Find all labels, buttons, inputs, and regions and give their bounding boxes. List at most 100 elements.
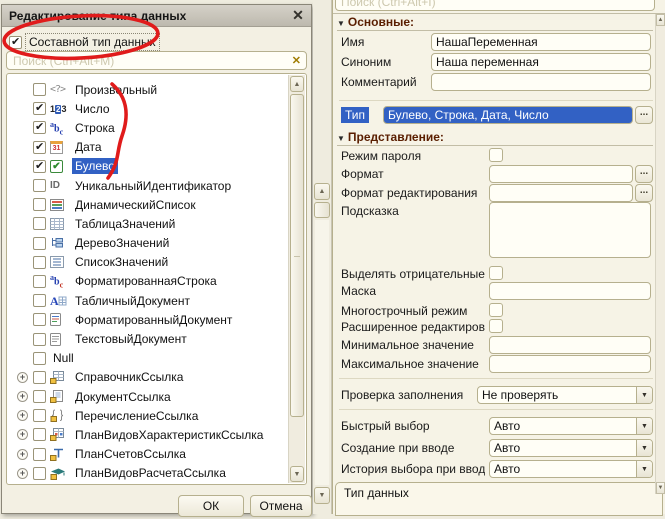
- edit-format-field[interactable]: [489, 184, 633, 202]
- tree-item-checkbox[interactable]: [33, 352, 46, 365]
- spreadsheet-doc-icon: A: [50, 293, 69, 308]
- tree-item[interactable]: +ДокументСсылка: [7, 387, 306, 406]
- name-field[interactable]: [431, 33, 651, 51]
- expand-plus-icon[interactable]: +: [17, 391, 28, 402]
- tree-item-checkbox[interactable]: [33, 428, 46, 441]
- tree-item[interactable]: +ПланВидовРасчетаСсылка: [7, 464, 306, 483]
- tree-item-checkbox[interactable]: [33, 121, 46, 134]
- type-ellipsis-button[interactable]: ...: [635, 106, 653, 124]
- name-label: Имя: [341, 35, 364, 49]
- tree-item[interactable]: Null: [7, 349, 306, 368]
- expand-plus-icon[interactable]: +: [17, 429, 28, 440]
- tree-item[interactable]: <?>Произвольный: [7, 80, 306, 99]
- tree-item-checkbox[interactable]: [33, 237, 46, 250]
- tree-item[interactable]: ФорматированныйДокумент: [7, 310, 306, 329]
- panel-scrollbar[interactable]: [655, 14, 665, 494]
- tree-item-checkbox[interactable]: [33, 467, 46, 480]
- scroll-up-icon[interactable]: [290, 76, 304, 92]
- scroll-up-icon[interactable]: [314, 183, 330, 200]
- scroll-down-icon[interactable]: [290, 466, 304, 482]
- extended-edit-checkbox[interactable]: [489, 319, 503, 333]
- clear-search-icon[interactable]: ✕: [291, 54, 302, 67]
- composite-type-checkbox[interactable]: [9, 36, 22, 49]
- expand-plus-icon[interactable]: +: [17, 410, 28, 421]
- format-field[interactable]: [489, 165, 633, 183]
- tree-item-checkbox[interactable]: [33, 256, 46, 269]
- tree-item[interactable]: ТаблицаЗначений: [7, 214, 306, 233]
- tree-item[interactable]: +ПланВидовХарактеристикСсылка: [7, 425, 306, 444]
- tree-item[interactable]: +СправочникСсылка: [7, 368, 306, 387]
- tree-item-checkbox[interactable]: [33, 198, 46, 211]
- scroll-down-icon[interactable]: [314, 487, 330, 504]
- tree-item-checkbox[interactable]: [33, 313, 46, 326]
- tree-item[interactable]: abcФорматированнаяСтрока: [7, 272, 306, 291]
- highlight-negative-checkbox[interactable]: [489, 266, 503, 280]
- clear-search-icon[interactable]: ✕: [645, 0, 654, 3]
- tree-item-checkbox[interactable]: [33, 102, 46, 115]
- tree-item-checkbox[interactable]: [33, 409, 46, 422]
- tree-scrollbar-thumb[interactable]: [290, 94, 304, 417]
- tree-item-checkbox[interactable]: [33, 294, 46, 307]
- choice-history-combo[interactable]: Авто: [489, 460, 653, 478]
- dropdown-arrow-icon[interactable]: [636, 387, 652, 403]
- quick-choice-combo[interactable]: Авто: [489, 417, 653, 435]
- composite-type-row[interactable]: Составной тип данных: [9, 34, 159, 50]
- tree-item-checkbox[interactable]: [33, 333, 46, 346]
- tree-item-checkbox[interactable]: [33, 141, 46, 154]
- tree-item[interactable]: AТабличныйДокумент: [7, 291, 306, 310]
- tree-item-checkbox[interactable]: [33, 448, 46, 461]
- tree-item[interactable]: +ПеречислениеСсылка: [7, 406, 306, 425]
- type-field[interactable]: Булево, Строка, Дата, Число: [383, 106, 633, 124]
- min-value-field[interactable]: [489, 336, 651, 354]
- format-ellipsis-button[interactable]: ...: [635, 165, 653, 183]
- tree-item-checkbox[interactable]: [33, 371, 46, 384]
- tree-item-checkbox[interactable]: [33, 275, 46, 288]
- tree-item-checkbox[interactable]: [33, 83, 46, 96]
- tree-item[interactable]: ДеревоЗначений: [7, 234, 306, 253]
- fill-check-combo[interactable]: Не проверять: [477, 386, 653, 404]
- section-basic[interactable]: ▼Основные:: [337, 15, 653, 31]
- password-mode-checkbox[interactable]: [489, 148, 503, 162]
- multiline-checkbox[interactable]: [489, 303, 503, 317]
- max-value-field[interactable]: [489, 355, 651, 373]
- expand-plus-icon[interactable]: +: [17, 468, 28, 479]
- chart-accounts-ref-icon: [50, 447, 69, 462]
- scroll-up-icon[interactable]: [656, 14, 665, 26]
- tree-item[interactable]: ТекстовыйДокумент: [7, 329, 306, 348]
- tree-item[interactable]: СписокЗначений: [7, 253, 306, 272]
- tree-item[interactable]: ✔Булево: [7, 157, 306, 176]
- tree-item[interactable]: ДинамическийСписок: [7, 195, 306, 214]
- tree-item-label: ДеревоЗначений: [72, 235, 172, 251]
- collapse-triangle-icon[interactable]: ▼: [337, 134, 345, 143]
- section-presentation[interactable]: ▼Представление:: [337, 130, 653, 146]
- expand-plus-icon[interactable]: +: [17, 449, 28, 460]
- comment-field[interactable]: [431, 73, 651, 91]
- tree-item-checkbox[interactable]: [33, 179, 46, 192]
- dropdown-arrow-icon[interactable]: [636, 461, 652, 477]
- tree-item[interactable]: IDУникальныйИдентификатор: [7, 176, 306, 195]
- expand-plus-icon[interactable]: +: [17, 372, 28, 383]
- tree-item-checkbox[interactable]: [33, 160, 46, 173]
- status-text: Тип данных: [344, 486, 409, 500]
- scrollbar-thumb[interactable]: [314, 202, 330, 218]
- create-on-input-combo[interactable]: Авто: [489, 439, 653, 457]
- tree-item[interactable]: 123Число: [7, 99, 306, 118]
- tree-item-checkbox[interactable]: [33, 217, 46, 230]
- edit-format-ellipsis-button[interactable]: ...: [635, 184, 653, 202]
- close-icon[interactable]: ✕: [289, 7, 307, 25]
- dropdown-arrow-icon[interactable]: [636, 440, 652, 456]
- panel-search-input[interactable]: [339, 0, 651, 10]
- synonym-field[interactable]: [431, 53, 651, 71]
- dropdown-arrow-icon[interactable]: [636, 418, 652, 434]
- dialog-search-input[interactable]: [11, 53, 291, 69]
- tooltip-area[interactable]: [489, 202, 651, 258]
- tree-item[interactable]: 31Дата: [7, 138, 306, 157]
- tree-item-checkbox[interactable]: [33, 390, 46, 403]
- mask-field[interactable]: [489, 282, 651, 300]
- dialog-titlebar[interactable]: Редактирование типа данных ✕: [2, 5, 311, 27]
- collapse-triangle-icon[interactable]: ▼: [337, 19, 345, 28]
- tree-item[interactable]: +ПланСчетовСсылка: [7, 445, 306, 464]
- scroll-down-icon[interactable]: [656, 482, 665, 494]
- tree-item[interactable]: abcСтрока: [7, 118, 306, 137]
- tree-scrollbar[interactable]: [288, 75, 305, 483]
